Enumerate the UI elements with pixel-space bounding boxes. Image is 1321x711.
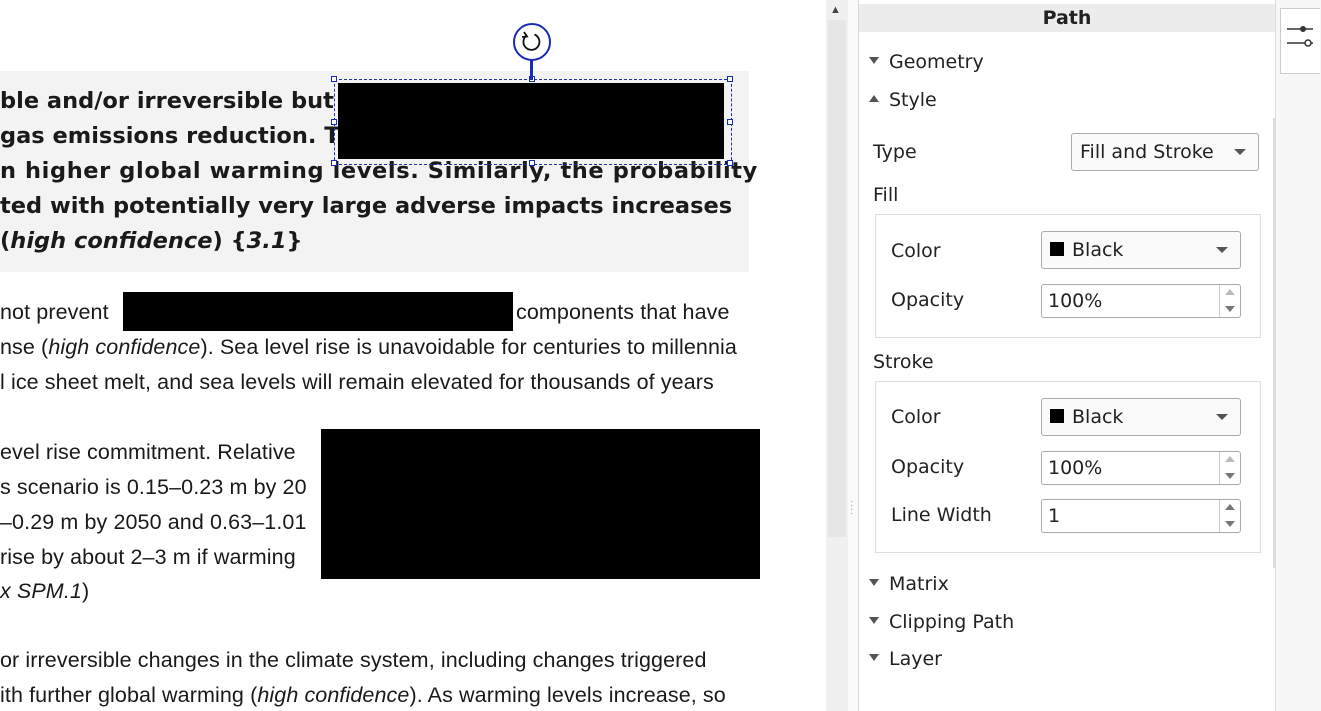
section-clipping-path[interactable]: Clipping Path <box>869 611 1014 633</box>
color-swatch-icon <box>1050 241 1064 256</box>
spin-up-icon[interactable] <box>1225 504 1235 510</box>
chevron-down-icon <box>1216 414 1228 420</box>
scrollbar-thumb[interactable] <box>828 20 846 537</box>
para2-line4: rise by about 2–3 m if warming <box>0 545 296 569</box>
selection-bounding-box <box>334 79 732 165</box>
para2-line2: s scenario is 0.15–0.23 m by 20 <box>0 475 307 499</box>
properties-tab[interactable] <box>1280 8 1320 74</box>
expand-arrow-icon <box>869 654 879 661</box>
expand-arrow-icon <box>869 579 879 586</box>
properties-icon <box>1287 26 1313 47</box>
chevron-down-icon <box>1234 149 1246 155</box>
stroke-opacity-label: Opacity <box>891 456 965 478</box>
collapse-arrow-icon <box>869 95 879 102</box>
para3-line1: or irreversible changes in the climate s… <box>0 648 707 672</box>
fill-color-label: Color <box>891 240 941 262</box>
summary-line-4: ted with potentially very large adverse … <box>0 193 733 219</box>
properties-panel: Path Geometry Style Type Fill and Stroke… <box>858 0 1275 711</box>
expand-arrow-icon <box>869 617 879 624</box>
spin-up-icon[interactable] <box>1225 456 1235 462</box>
scroll-up-arrow-icon[interactable]: ▲ <box>830 4 841 16</box>
summary-line-1: ble and/or irreversible but <box>0 88 334 114</box>
rotate-icon <box>521 31 541 51</box>
rotate-handle[interactable] <box>513 23 551 61</box>
redaction-rect-2[interactable] <box>123 292 513 331</box>
summary-line-5: (high confidence) {3.1} <box>0 228 303 254</box>
fill-heading: Fill <box>873 184 899 206</box>
line-width-spinbox[interactable]: 1 <box>1041 499 1241 533</box>
para1-line3: l ice sheet melt, and sea levels will re… <box>0 370 714 394</box>
para2-line3: –0.29 m by 2050 and 0.63–1.01 <box>0 510 307 534</box>
type-label: Type <box>873 141 917 163</box>
para2-line1: evel rise commitment. Relative <box>0 440 296 464</box>
panel-splitter[interactable]: · · · · <box>848 0 858 711</box>
stroke-heading: Stroke <box>873 351 934 373</box>
resize-handle-sw[interactable] <box>331 160 337 166</box>
stroke-opacity-spinbox[interactable]: 100% <box>1041 451 1241 485</box>
section-matrix[interactable]: Matrix <box>869 573 949 595</box>
color-swatch-icon <box>1050 408 1064 423</box>
para2-line5: x SPM.1) <box>0 579 90 603</box>
document-canvas[interactable]: ble and/or irreversible but gas emission… <box>0 0 826 711</box>
para1-line1-right: components that have <box>516 300 730 324</box>
fill-opacity-label: Opacity <box>891 289 965 311</box>
spin-down-icon[interactable] <box>1225 306 1235 312</box>
stroke-color-label: Color <box>891 406 941 428</box>
resize-handle-se[interactable] <box>727 160 733 166</box>
resize-handle-w[interactable] <box>331 119 337 125</box>
document-scrollbar[interactable]: ▲ <box>826 0 848 711</box>
spin-down-icon[interactable] <box>1225 521 1235 527</box>
spin-down-icon[interactable] <box>1225 473 1235 479</box>
para1-line1-left: not prevent <box>0 300 109 324</box>
para3-line2: ith further global warming (high confide… <box>0 683 726 707</box>
fill-color-dropdown[interactable]: Black <box>1041 231 1241 269</box>
stroke-color-dropdown[interactable]: Black <box>1041 398 1241 436</box>
splitter-grip-icon: · · · · <box>850 496 854 519</box>
summary-line-2: gas emissions reduction. T <box>0 123 340 149</box>
fill-opacity-spinbox[interactable]: 100% <box>1041 284 1241 318</box>
line-width-label: Line Width <box>891 504 992 526</box>
redaction-rect-3[interactable] <box>321 429 760 579</box>
section-geometry[interactable]: Geometry <box>869 51 984 73</box>
resize-handle-s[interactable] <box>529 160 535 166</box>
rotate-handle-stem <box>530 60 533 80</box>
type-dropdown[interactable]: Fill and Stroke <box>1071 133 1259 171</box>
section-style[interactable]: Style <box>869 89 937 111</box>
resize-handle-e[interactable] <box>727 119 733 125</box>
chevron-down-icon <box>1216 247 1228 253</box>
dock-tab-bar <box>1275 0 1321 711</box>
resize-handle-nw[interactable] <box>331 76 337 82</box>
panel-title: Path <box>859 4 1275 32</box>
para1-line2: nse (high confidence). Sea level rise is… <box>0 335 737 359</box>
spin-up-icon[interactable] <box>1225 289 1235 295</box>
resize-handle-ne[interactable] <box>727 76 733 82</box>
section-layer[interactable]: Layer <box>869 648 942 670</box>
expand-arrow-icon <box>869 57 879 64</box>
